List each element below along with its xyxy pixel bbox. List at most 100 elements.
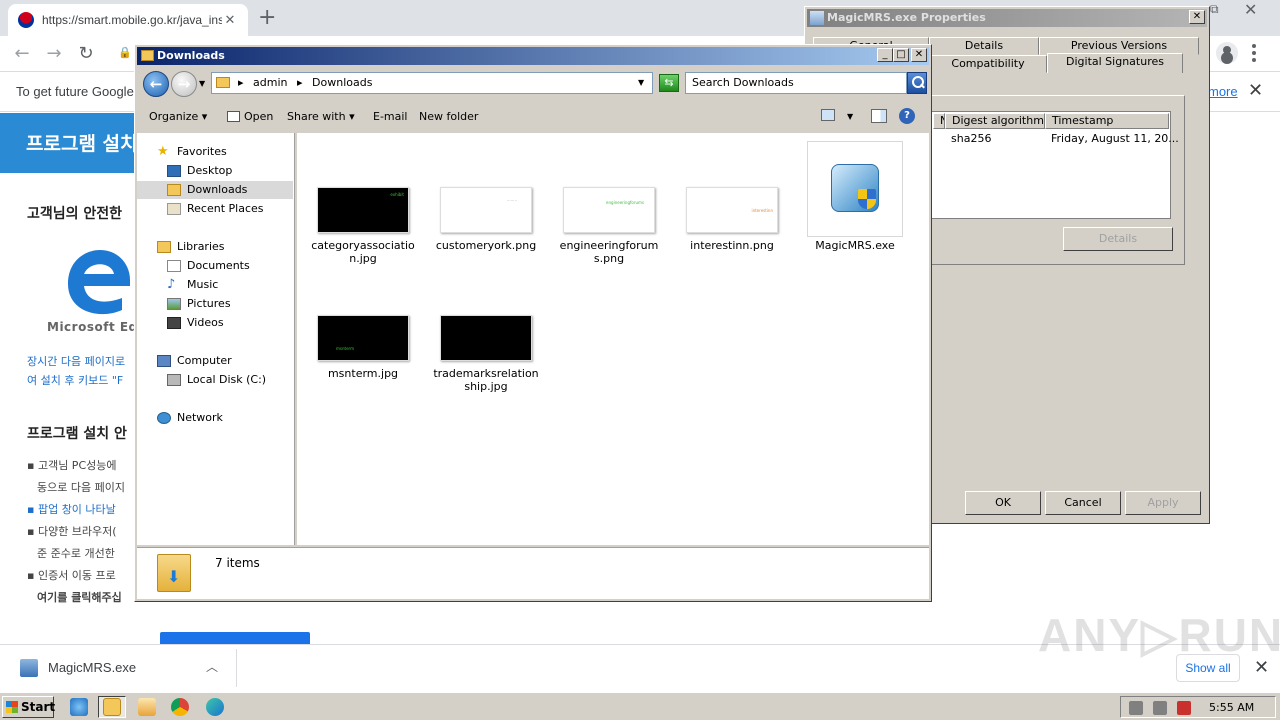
folder-icon [141, 50, 154, 61]
email-button[interactable]: E-mail [373, 110, 408, 123]
nav-desktop[interactable]: Desktop [137, 162, 293, 180]
file-name[interactable]: MagicMRS.exe [802, 239, 908, 252]
start-button[interactable]: Start [2, 696, 55, 718]
media-player-icon[interactable] [138, 698, 156, 716]
pictures-icon [167, 298, 181, 310]
help-icon[interactable]: ? [899, 108, 915, 124]
chevron-up-icon[interactable]: ︿ [206, 658, 218, 675]
nav-libraries[interactable]: Libraries [137, 238, 293, 256]
breadcrumb-item[interactable]: admin [253, 76, 287, 89]
nav-local-disk-label: Local Disk (C:) [187, 373, 267, 386]
share-with-menu[interactable]: Share with ▾ [287, 110, 355, 123]
address-dropdown-icon[interactable]: ▼ [638, 73, 644, 93]
nav-local-disk[interactable]: Local Disk (C:) [137, 371, 293, 389]
nav-network[interactable]: Network [137, 409, 293, 427]
browser-tab[interactable]: https://smart.mobile.go.kr/java_inst ✕ [8, 4, 248, 36]
forward-arrow-icon[interactable]: → [42, 42, 66, 66]
column-header-timestamp[interactable]: Timestamp [1045, 113, 1169, 129]
network-tray-icon[interactable] [1153, 701, 1167, 715]
nav-favorites[interactable]: ★ Favorites [137, 143, 293, 161]
new-tab-button[interactable]: + [258, 5, 276, 30]
address-bar[interactable]: ▸ admin ▸ Downloads ▼ [211, 72, 653, 94]
column-header-digest[interactable]: Digest algorithm [945, 113, 1045, 129]
file-name[interactable]: interestinn.png [679, 239, 785, 252]
clock[interactable]: 5:55 AM [1209, 701, 1254, 714]
minimize-button[interactable]: _ [877, 48, 893, 62]
nav-pictures[interactable]: Pictures [137, 295, 293, 313]
preview-pane-icon[interactable] [871, 109, 887, 123]
profile-avatar-icon[interactable] [1216, 42, 1238, 64]
file-thumbnail[interactable]: msnterm [317, 315, 409, 361]
close-button[interactable]: ✕ [911, 48, 927, 62]
tab-compatibility[interactable]: Compatibility [929, 55, 1047, 73]
view-dropdown-icon[interactable]: ▼ [847, 112, 853, 121]
digest-cell[interactable]: sha256 [951, 132, 991, 145]
back-arrow-icon[interactable]: ← [10, 42, 34, 66]
breadcrumb-arrow-icon[interactable]: ▸ [238, 76, 244, 89]
tab-close-icon[interactable]: ✕ [222, 13, 238, 28]
nav-computer[interactable]: Computer [137, 352, 293, 370]
new-folder-button[interactable]: New folder [419, 110, 478, 123]
internet-explorer-icon[interactable] [70, 698, 88, 716]
file-thumbnail[interactable] [440, 315, 532, 361]
file-thumbnail[interactable]: exhibit [317, 187, 409, 233]
lock-icon[interactable]: 🔒 [118, 46, 132, 59]
refresh-button[interactable]: ⇆ [659, 74, 679, 92]
nav-music[interactable]: ♪ Music [137, 276, 293, 294]
file-name[interactable]: engineeringforums.png [556, 239, 662, 265]
maximize-button[interactable]: □ [893, 48, 909, 62]
change-view-icon[interactable] [821, 109, 835, 121]
file-name[interactable]: trademarksrelationship.jpg [433, 367, 539, 393]
tab-digital-signatures[interactable]: Digital Signatures [1047, 53, 1183, 73]
file-thumbnail[interactable]: ········ [440, 187, 532, 233]
signature-list[interactable]: Name of signer Digest algorithm Timestam… [931, 111, 1179, 219]
volume-icon[interactable] [1129, 701, 1143, 715]
nav-videos[interactable]: Videos [137, 314, 293, 332]
page-bullet-link[interactable]: 여기를 클릭해주십 [37, 589, 122, 605]
open-button[interactable]: Open [227, 110, 273, 123]
back-button[interactable]: ← [143, 71, 169, 97]
search-icon[interactable] [907, 72, 927, 94]
navigation-pane: ★ Favorites Desktop Downloads Recent Pla… [137, 133, 295, 545]
page-link-line[interactable]: 여 설치 후 키보드 "F [27, 372, 123, 388]
breadcrumb-arrow-icon[interactable]: ▸ [297, 76, 303, 89]
ok-button[interactable]: OK [965, 491, 1041, 515]
file-thumbnail[interactable]: interestinn [686, 187, 778, 233]
apply-button[interactable]: Apply [1125, 491, 1201, 515]
file-thumbnail[interactable]: engineeringforums [563, 187, 655, 233]
nav-downloads[interactable]: Downloads [137, 181, 293, 199]
cancel-button[interactable]: Cancel [1045, 491, 1121, 515]
nav-recent-places[interactable]: Recent Places [137, 200, 293, 218]
column-header-signer[interactable]: Name of signer [933, 113, 945, 129]
recent-pages-dropdown-icon[interactable]: ▼ [199, 79, 205, 88]
infobar-close-icon[interactable]: ✕ [1248, 80, 1263, 101]
browser-menu-icon[interactable] [1252, 44, 1256, 62]
site-favicon-icon [18, 12, 34, 28]
search-input[interactable]: Search Downloads [685, 72, 907, 94]
security-alert-icon[interactable] [1177, 701, 1191, 715]
downloads-folder-icon [157, 554, 191, 592]
file-thumbnail-selected[interactable] [807, 141, 903, 237]
chrome-icon[interactable] [171, 698, 189, 716]
file-name[interactable]: msnterm.jpg [310, 367, 416, 380]
properties-close-button[interactable]: ✕ [1189, 10, 1205, 24]
thumbnail-text: ········ [506, 198, 517, 203]
tab-details[interactable]: Details [929, 37, 1039, 55]
timestamp-cell[interactable]: Friday, August 11, 20... [1051, 132, 1179, 145]
page-action-button[interactable] [160, 632, 310, 644]
breadcrumb-item[interactable]: Downloads [312, 76, 372, 89]
organize-menu[interactable]: Organize ▾ [149, 110, 207, 123]
file-name[interactable]: customeryork.png [433, 239, 539, 252]
signature-details-button[interactable]: Details [1063, 227, 1173, 251]
edge-icon[interactable] [206, 698, 224, 716]
download-file-name[interactable]: MagicMRS.exe [48, 660, 136, 675]
nav-documents[interactable]: Documents [137, 257, 293, 275]
file-name[interactable]: categoryassociation.jpg [310, 239, 416, 265]
infobar-learn-more-link[interactable]: more [1208, 84, 1238, 99]
restore-window-icon[interactable]: ⧉ [1210, 2, 1230, 18]
forward-button[interactable]: → [171, 71, 197, 97]
close-window-icon[interactable]: ✕ [1244, 0, 1257, 19]
page-link-line[interactable]: 장시간 다음 페이지로 [27, 353, 125, 369]
reload-icon[interactable]: ↻ [74, 42, 98, 66]
divider [236, 649, 237, 687]
